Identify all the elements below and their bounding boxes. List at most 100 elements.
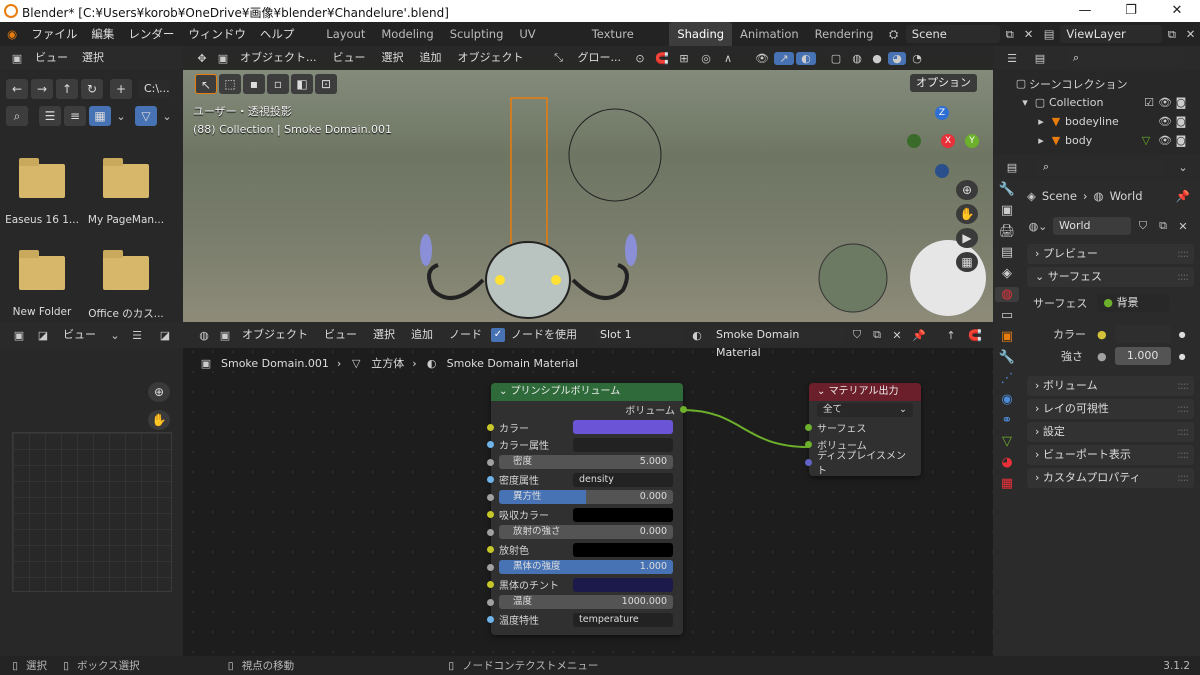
file-item[interactable]: New Folder: [0, 250, 84, 318]
tool-tab-icon[interactable]: 🔧: [999, 182, 1015, 197]
principled-volume-node[interactable]: ⌄ プリンシプルボリューム ボリューム カラー カラー属性 密度 5.000 密度属性 d…: [487, 383, 687, 635]
proportional-edit-icon[interactable]: ◎: [696, 52, 716, 65]
path-field[interactable]: C:\...: [138, 80, 170, 98]
gizmo-icon[interactable]: ↗: [774, 51, 794, 65]
ortho-grid-icon[interactable]: ▦: [956, 252, 978, 272]
axis-y-icon[interactable]: Y: [965, 134, 979, 148]
image-browse-icon[interactable]: ◪: [155, 329, 175, 342]
ie-menu-view[interactable]: ビュー: [56, 323, 103, 347]
viewlayer-field[interactable]: ViewLayer: [1060, 25, 1163, 43]
camera-icon[interactable]: ◙: [1173, 134, 1189, 147]
menu-file[interactable]: ファイル: [24, 22, 84, 46]
input-socket[interactable]: [487, 493, 494, 501]
outliner-search[interactable]: ⌕: [1067, 49, 1183, 67]
physics-tab-icon[interactable]: ◉: [1001, 392, 1012, 407]
color-swatch[interactable]: [573, 577, 673, 592]
world-browse-icon[interactable]: ◍⌄: [1027, 220, 1049, 233]
material-preview-shading-icon[interactable]: ◕: [888, 51, 906, 65]
shader-node-editor[interactable]: ◍ ▣ オブジェクト ビュー 選択 追加 ノード ✓ ノードを使用 Slot 1…: [183, 322, 993, 656]
input-socket[interactable]: [805, 458, 812, 466]
number-field[interactable]: 放射の強さ 0.000: [499, 525, 673, 540]
back-icon[interactable]: ←: [6, 79, 28, 99]
search-icon[interactable]: ⌕: [6, 106, 28, 126]
scene-tab-icon[interactable]: ◈: [1002, 266, 1012, 281]
output-tab-icon[interactable]: 🖨: [999, 224, 1016, 239]
panel-surface[interactable]: ⌄ サーフェス::::: [1027, 267, 1194, 287]
eye-icon[interactable]: 👁: [1157, 115, 1173, 128]
node-header[interactable]: ⌄ マテリアル出力: [809, 383, 921, 401]
new-scene-icon[interactable]: ⧉: [1000, 27, 1019, 42]
scene-field[interactable]: Scene: [905, 25, 1001, 43]
target-dropdown[interactable]: 全て ⌄: [817, 402, 913, 417]
attribute-field[interactable]: temperature: [573, 612, 673, 627]
panel-ray-visibility[interactable]: › レイの可視性::::: [1027, 399, 1194, 419]
detail-view-icon[interactable]: ≡: [64, 106, 86, 126]
tab-shading[interactable]: Shading: [669, 22, 733, 46]
menu-window[interactable]: ウィンドウ: [181, 22, 253, 46]
tab-modeling[interactable]: Modeling: [373, 22, 441, 46]
pan-hand-icon[interactable]: ✋: [956, 204, 978, 224]
keyframe-dot-icon[interactable]: ●: [1179, 330, 1186, 339]
render-tab-icon[interactable]: ▣: [1001, 203, 1013, 218]
display-mode-icon[interactable]: ▤: [1029, 52, 1051, 65]
input-socket[interactable]: [487, 511, 494, 519]
texture-tab-icon[interactable]: ▦: [1001, 476, 1013, 491]
input-socket[interactable]: [805, 441, 812, 449]
overlay-icon[interactable]: ◐: [796, 51, 816, 65]
viewlayer-icon[interactable]: ▤: [1038, 27, 1061, 41]
remove-viewlayer-icon[interactable]: ✕: [1181, 27, 1200, 41]
input-socket[interactable]: [487, 546, 494, 554]
navigation-gizmo[interactable]: Z X Y: [905, 104, 985, 184]
tab-rendering[interactable]: Rendering: [807, 22, 882, 46]
remove-scene-icon[interactable]: ✕: [1019, 27, 1038, 41]
refresh-icon[interactable]: ↻: [81, 79, 103, 99]
unlink-icon[interactable]: ✕: [1175, 220, 1191, 233]
particles-tab-icon[interactable]: ⋰: [1001, 371, 1014, 386]
menu-edit[interactable]: 編集: [84, 22, 121, 46]
expand-arrow-icon[interactable]: ▾: [1019, 96, 1031, 109]
editor-type-icon[interactable]: ▤: [1001, 161, 1023, 174]
camera-icon[interactable]: ▶: [956, 228, 978, 248]
image-canvas[interactable]: [12, 432, 172, 592]
fb-menu-select[interactable]: 選択: [75, 46, 111, 70]
node-header[interactable]: ⌄ プリンシプルボリューム: [491, 383, 683, 401]
tab-animation[interactable]: Animation: [732, 22, 807, 46]
minimize-button[interactable]: —: [1062, 0, 1108, 22]
vp-menu-add[interactable]: 追加: [413, 46, 449, 70]
editor-type-icon[interactable]: ☰: [1001, 52, 1023, 65]
float-socket-icon[interactable]: ●: [1097, 350, 1107, 363]
scene-collection-row[interactable]: ▢ シーンコレクション: [1013, 74, 1200, 93]
chevron-down-icon[interactable]: ⌄: [107, 329, 123, 342]
tab-sculpting[interactable]: Sculpting: [442, 22, 512, 46]
falloff-icon[interactable]: ∧: [718, 52, 738, 65]
panel-settings[interactable]: › 設定::::: [1027, 422, 1194, 442]
filter-icon[interactable]: ▽: [135, 106, 157, 126]
strength-field[interactable]: 1.000: [1114, 347, 1171, 365]
menu-render[interactable]: レンダー: [121, 22, 181, 46]
scene-selector-icon[interactable]: ⛭: [881, 27, 905, 42]
tab-uv-editing[interactable]: UV Editing: [511, 22, 583, 65]
chevron-down-icon[interactable]: ⌄: [160, 110, 174, 123]
axis-z-icon[interactable]: Z: [935, 106, 949, 120]
blender-menu-icon[interactable]: ◉: [0, 27, 24, 41]
object-mode-dropdown[interactable]: オブジェクト...: [233, 46, 324, 70]
color-swatch[interactable]: [573, 420, 673, 435]
number-field[interactable]: 黒体の強度 1.000: [499, 560, 673, 575]
3d-viewport[interactable]: ✥ ▣ オブジェクト... ビュー 選択 追加 オブジェクト ⤡ グロー... …: [183, 46, 993, 322]
parent-dir-icon[interactable]: ↑: [56, 79, 78, 99]
vp-menu-object[interactable]: オブジェクト: [451, 46, 531, 70]
editor-type-icon[interactable]: ▣: [6, 52, 28, 65]
new-folder-icon[interactable]: +: [110, 79, 132, 99]
number-field[interactable]: 温度 1000.000: [499, 595, 673, 610]
tab-layout[interactable]: Layout: [318, 22, 373, 46]
input-socket[interactable]: [487, 423, 494, 431]
axis-x-icon[interactable]: X: [941, 134, 955, 148]
xray-icon[interactable]: ▢: [826, 52, 846, 65]
fake-user-icon[interactable]: ⛉: [1135, 219, 1151, 233]
attribute-field[interactable]: density: [573, 472, 673, 487]
wireframe-shading-icon[interactable]: ◍: [848, 52, 866, 65]
color-swatch[interactable]: [1114, 325, 1171, 343]
file-item[interactable]: Office のカス...: [84, 250, 168, 321]
input-socket[interactable]: [487, 563, 494, 571]
world-tab-icon[interactable]: ◍: [995, 287, 1019, 302]
